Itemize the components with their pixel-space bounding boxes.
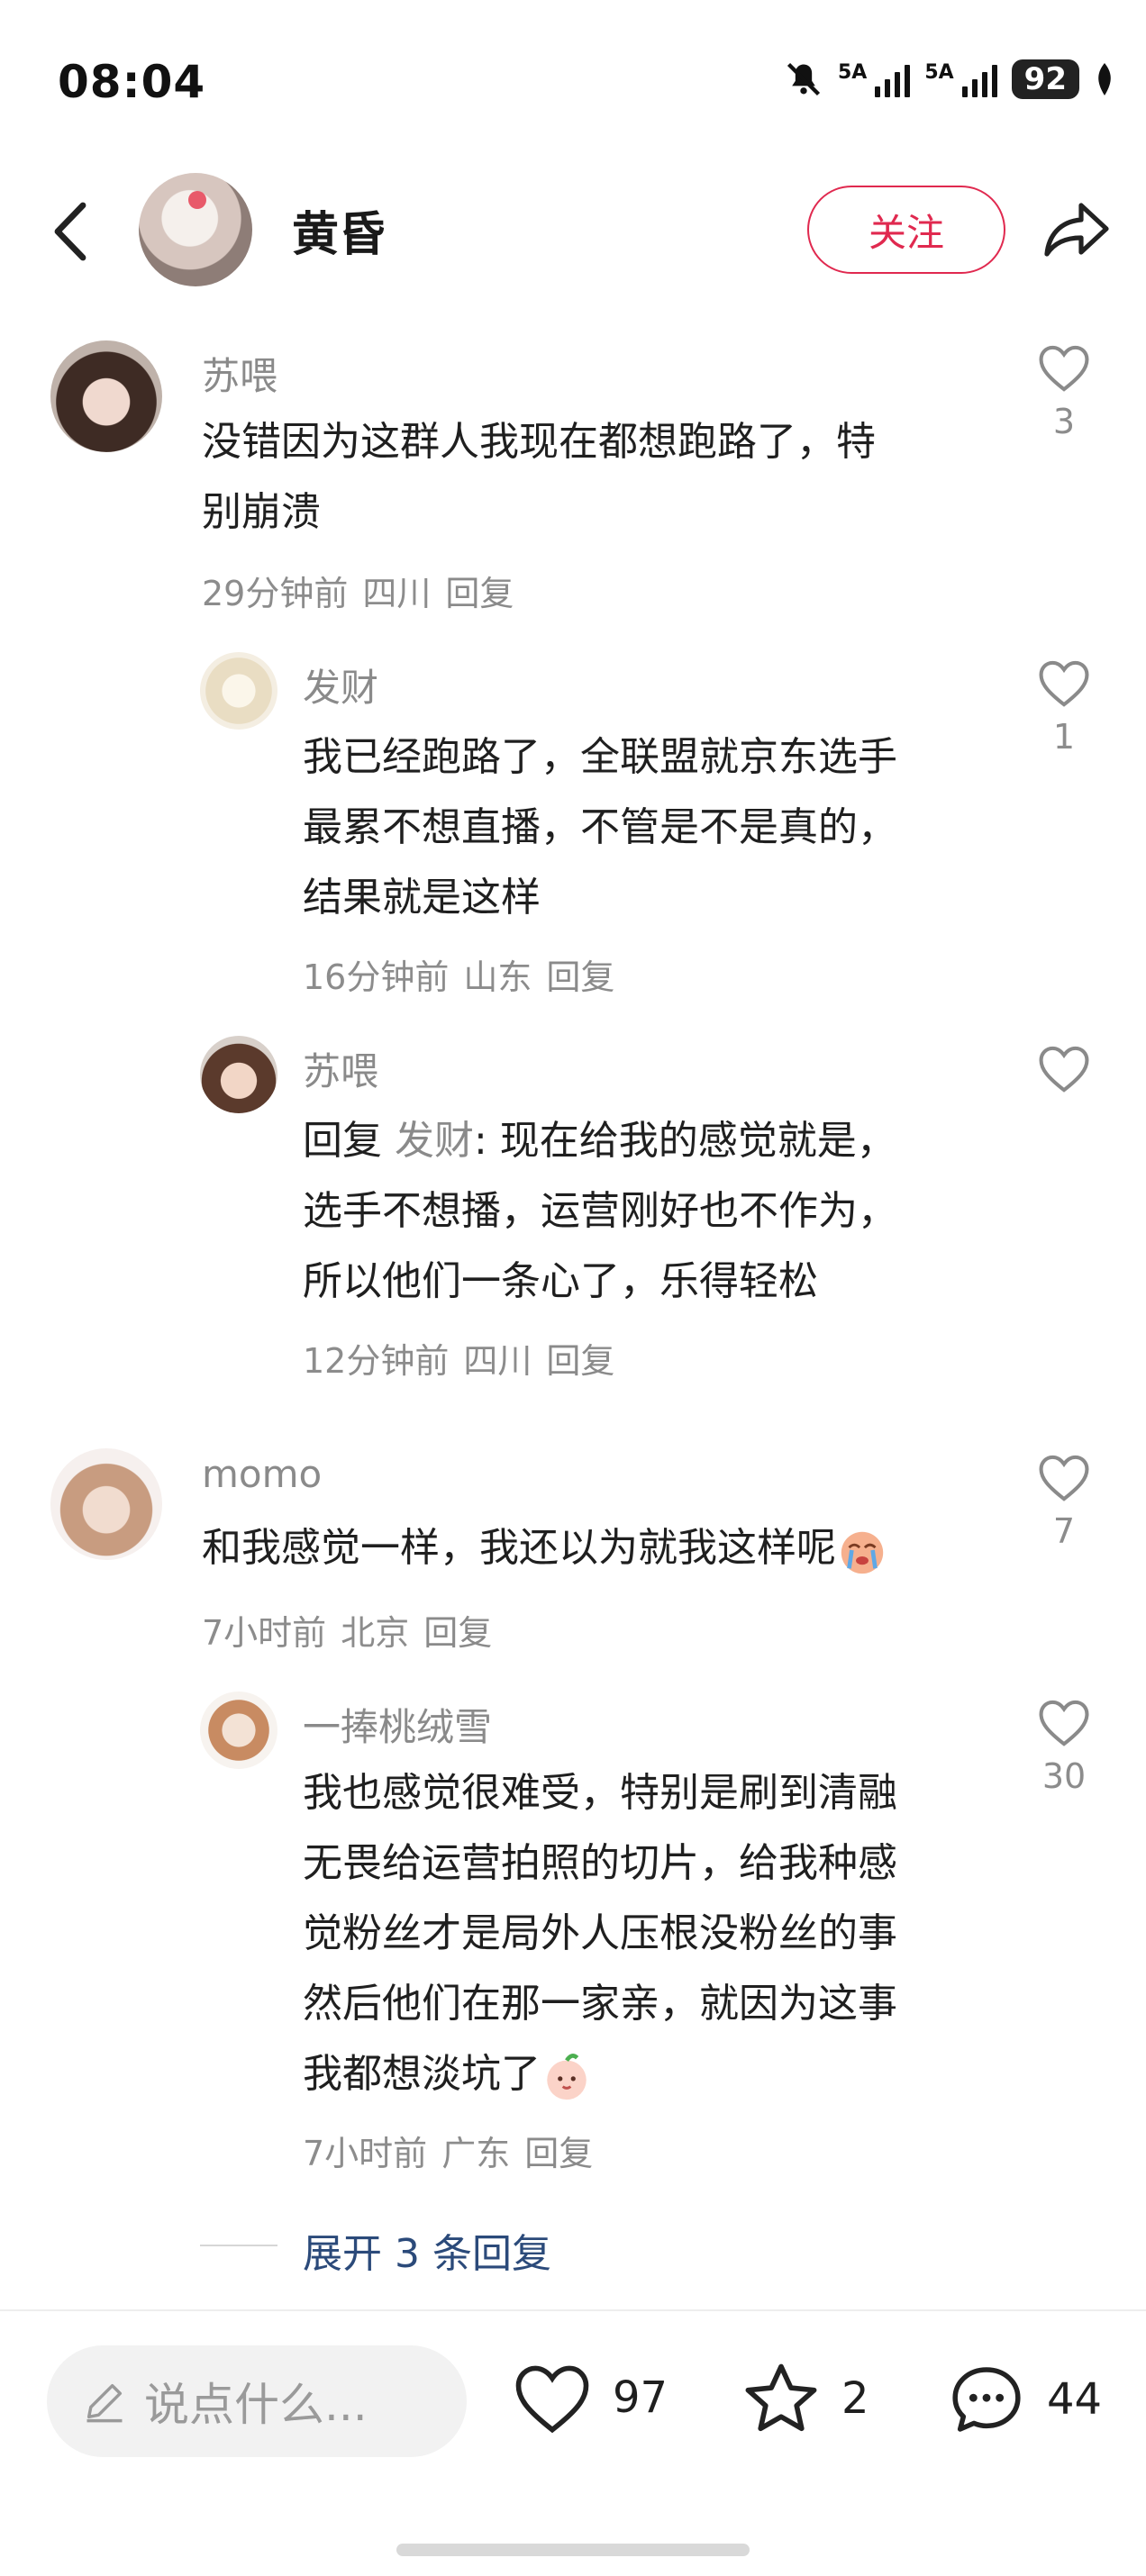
comment-time: 7小时前 (303, 2134, 428, 2173)
expand-divider (200, 2245, 277, 2246)
comment-meta: 16分钟前 山东 回复 (303, 949, 614, 999)
comment-text-line: 别崩溃 (202, 489, 321, 535)
comment-like-button[interactable]: 7 (1032, 1452, 1096, 1551)
comment-avatar[interactable] (200, 1692, 277, 1769)
comment-text-line: 然后他们在那一家亲，就因为这事 (303, 1981, 897, 2027)
like-count: 1 (1052, 717, 1076, 757)
comment-text: 和我感觉一样，我还以为就我这样呢 (202, 1513, 888, 1583)
comment-location: 四川 (362, 574, 432, 613)
like-count: 3 (1052, 402, 1076, 441)
status-icons: 5A 5A 92 (784, 59, 1115, 99)
cell-signal-1-icon: 5A (837, 61, 911, 97)
comment-meta: 29分钟前 四川 回复 (202, 566, 514, 615)
share-icon[interactable] (1041, 200, 1112, 259)
likes-count: 97 (613, 2372, 668, 2423)
comment-like-button[interactable]: 30 (1032, 1697, 1096, 1796)
comment-like-button[interactable]: 3 (1032, 342, 1096, 441)
cell-signal-2-icon: 5A (924, 61, 997, 97)
comment-text-line: 我已经跑路了，全联盟就京东选手 (303, 734, 897, 780)
comments-count: 44 (1047, 2374, 1103, 2425)
comment-text-line: 最累不想直播，不管是不是真的， (303, 804, 897, 850)
page-title[interactable]: 黄昏 (292, 196, 386, 264)
battery-level: 92 (1011, 59, 1079, 99)
author-avatar[interactable] (139, 173, 252, 286)
comment-time: 7小时前 (202, 1613, 327, 1653)
like-action[interactable]: 97 (512, 2360, 668, 2435)
follow-button[interactable]: 关注 (807, 186, 1005, 274)
status-time: 08:04 (58, 56, 206, 108)
comment-text-line: 回复 发财: 现在给我的感觉就是， (303, 1106, 897, 1176)
reply-button[interactable]: 回复 (546, 957, 614, 997)
comment-text: 我已经跑路了，全联盟就京东选手 最累不想直播，不管是不是真的， 结果就是这样 (303, 722, 897, 933)
comment-like-button[interactable] (1032, 1043, 1096, 1093)
comment-input[interactable]: 说点什么... (47, 2345, 467, 2457)
mute-bell-icon (787, 62, 821, 96)
comment-text-line: 觉粉丝才是局外人压根没粉丝的事 (303, 1910, 897, 1956)
reply-button[interactable]: 回复 (445, 574, 514, 613)
comment-meta: 7小时前 北京 回复 (202, 1605, 492, 1655)
crying-emoji-icon (836, 1524, 888, 1576)
comment-like-button[interactable]: 1 (1032, 658, 1096, 757)
comment-action[interactable]: 44 (946, 2360, 1102, 2439)
comment-text-line: 结果就是这样 (303, 875, 541, 921)
comment-username[interactable]: momo (202, 1452, 322, 1496)
comment-location: 山东 (463, 957, 532, 997)
comment-location: 北京 (341, 1613, 410, 1653)
reply-to-user[interactable]: 发财 (395, 1118, 474, 1164)
comment-meta: 7小时前 广东 回复 (303, 2126, 593, 2175)
star-icon (745, 2363, 817, 2432)
like-count: 7 (1052, 1511, 1076, 1551)
comment-text-fragment: 我都想淡坑了 (303, 2051, 541, 2097)
comment-text: 没错因为这群人我现在都想跑路了，特 别崩溃 (202, 407, 876, 548)
comment-username[interactable]: 苏喂 (202, 346, 277, 401)
comment-text-fragment: : 现在给我的感觉就是， (474, 1118, 896, 1164)
comment-text-line: 和我感觉一样，我还以为就我这样呢 (202, 1525, 836, 1571)
comment-time: 12分钟前 (303, 1341, 450, 1381)
favorites-count: 2 (841, 2373, 869, 2424)
heart-icon (1039, 1046, 1089, 1093)
comment-text: 回复 发财: 现在给我的感觉就是， 选手不想播，运营刚好也不作为， 所以他们一条… (303, 1106, 897, 1317)
comment-username[interactable]: 一捧桃绒雪 (303, 1697, 492, 1752)
comment-avatar[interactable] (50, 340, 162, 452)
comment-location: 广东 (441, 2134, 511, 2173)
signal-1-label: 5A (837, 61, 868, 84)
comment-username[interactable]: 发财 (303, 658, 378, 712)
comment-location: 四川 (463, 1341, 532, 1381)
comment-text-line: 我也感觉很难受，特别是刷到清融 (303, 1770, 897, 1816)
chat-bubble-icon (952, 2367, 1021, 2432)
reply-button[interactable]: 回复 (423, 1613, 492, 1653)
input-placeholder: 说点什么... (144, 2379, 368, 2431)
comment-text-line: 我都想淡坑了 (303, 2039, 897, 2109)
home-indicator[interactable] (396, 2544, 750, 2556)
bottom-divider (0, 2309, 1146, 2311)
peach-emoji-icon (541, 2050, 593, 2102)
comment-avatar[interactable] (200, 652, 277, 730)
heart-icon (1039, 660, 1089, 707)
comment-text-line: 选手不想播，运营刚好也不作为， (303, 1188, 897, 1234)
signal-2-label: 5A (924, 61, 954, 84)
comment-text-line: 没错因为这群人我现在都想跑路了，特 (202, 419, 876, 465)
heart-icon (1039, 1700, 1089, 1746)
comment-avatar[interactable] (200, 1036, 277, 1113)
heart-icon (1039, 1455, 1089, 1501)
comment-text-line: 所以他们一条心了，乐得轻松 (303, 1258, 818, 1304)
comment-avatar[interactable] (50, 1448, 162, 1560)
comment-meta: 12分钟前 四川 回复 (303, 1333, 614, 1383)
leaf-icon (1098, 63, 1111, 95)
like-count: 30 (1041, 1756, 1087, 1796)
back-arrow-icon[interactable] (50, 200, 90, 263)
reply-button[interactable]: 回复 (546, 1341, 614, 1381)
comment-time: 29分钟前 (202, 574, 349, 613)
reply-prefix: 回复 (303, 1118, 382, 1164)
comment-text: 我也感觉很难受，特别是刷到清融 无畏给运营拍照的切片，给我种感 觉粉丝才是局外人… (303, 1758, 897, 2109)
comment-text-line: 无畏给运营拍照的切片，给我种感 (303, 1840, 897, 1886)
comment-time: 16分钟前 (303, 957, 450, 997)
reply-button[interactable]: 回复 (524, 2134, 593, 2173)
pencil-icon (86, 2383, 123, 2423)
favorite-action[interactable]: 2 (741, 2360, 869, 2437)
comment-username[interactable]: 苏喂 (303, 1041, 378, 1096)
heart-icon (515, 2365, 589, 2434)
heart-icon (1039, 345, 1089, 392)
expand-replies-button[interactable]: 展开 3 条回复 (303, 2221, 551, 2279)
